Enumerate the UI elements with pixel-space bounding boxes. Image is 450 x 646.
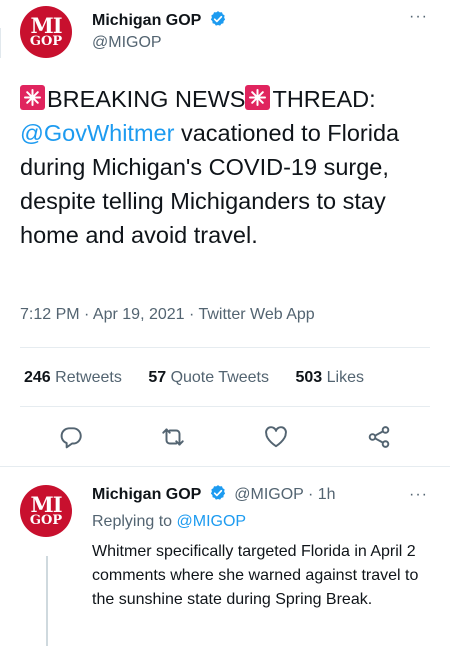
reply-tweet-text: Whitmer specifically targeted Florida in…: [92, 543, 419, 608]
author-block: Michigan GOP @MIGOP: [92, 10, 227, 52]
reply-icon[interactable]: [58, 424, 84, 450]
retweets-stat[interactable]: 246 Retweets: [24, 369, 122, 386]
replying-to-label: Replying to: [92, 513, 177, 530]
verified-icon: [210, 485, 225, 500]
divider: [20, 406, 430, 407]
reply-time[interactable]: · 1h: [308, 486, 336, 503]
left-edge-decoration: [0, 28, 3, 58]
tweet-separator: [0, 466, 450, 467]
tweet-text-breaking: BREAKING NEWS: [47, 86, 246, 112]
mention-link[interactable]: @GovWhitmer: [20, 120, 174, 146]
avatar-text-bottom: GOP: [29, 513, 63, 528]
tweet-timestamp[interactable]: 7:12 PM · Apr 19, 2021 · Twitter Web App: [20, 306, 315, 324]
like-icon[interactable]: [263, 424, 289, 450]
action-bar: [0, 424, 450, 454]
author-handle[interactable]: @MIGOP: [92, 34, 162, 51]
siren-emoji-icon: [20, 85, 45, 110]
tweet-text: BREAKING NEWS THREAD: @GovWhitmer vacatio…: [20, 82, 440, 252]
likes-count: 503: [295, 369, 323, 386]
reply-header: Michigan GOP @MIGOP · 1h: [92, 484, 336, 504]
verified-icon: [210, 11, 225, 26]
likes-label: Likes: [326, 369, 364, 386]
reply-avatar[interactable]: MI GOP: [20, 485, 72, 537]
avatar-text-bottom: GOP: [29, 34, 63, 49]
avatar-text-top: MI: [30, 13, 62, 38]
tweet-stats: 246 Retweets 57 Quote Tweets 503 Likes: [24, 369, 386, 387]
thread-line: [46, 556, 48, 646]
siren-emoji-icon: [245, 85, 271, 110]
reply-author-handle[interactable]: @MIGOP: [234, 486, 303, 503]
author-name[interactable]: Michigan GOP: [92, 12, 201, 29]
likes-stat[interactable]: 503 Likes: [295, 369, 364, 386]
replying-to: Replying to @MIGOP: [92, 513, 246, 531]
tweet-text-thread: THREAD:: [272, 86, 376, 112]
more-options-button[interactable]: ···: [409, 8, 428, 26]
quote-count: 57: [148, 369, 167, 386]
divider: [20, 347, 430, 348]
quote-label: Quote Tweets: [170, 369, 269, 386]
quote-tweets-stat[interactable]: 57 Quote Tweets: [148, 369, 269, 386]
reply-more-options-button[interactable]: ···: [409, 486, 428, 504]
retweets-count: 246: [24, 369, 51, 386]
share-icon[interactable]: [366, 424, 392, 450]
avatar[interactable]: MI GOP: [20, 6, 72, 58]
avatar-text-top: MI: [30, 492, 62, 517]
retweets-label: Retweets: [55, 369, 122, 386]
reply-author-name[interactable]: Michigan GOP: [92, 486, 201, 503]
retweet-icon[interactable]: [160, 424, 186, 450]
replying-to-mention[interactable]: @MIGOP: [177, 513, 247, 530]
